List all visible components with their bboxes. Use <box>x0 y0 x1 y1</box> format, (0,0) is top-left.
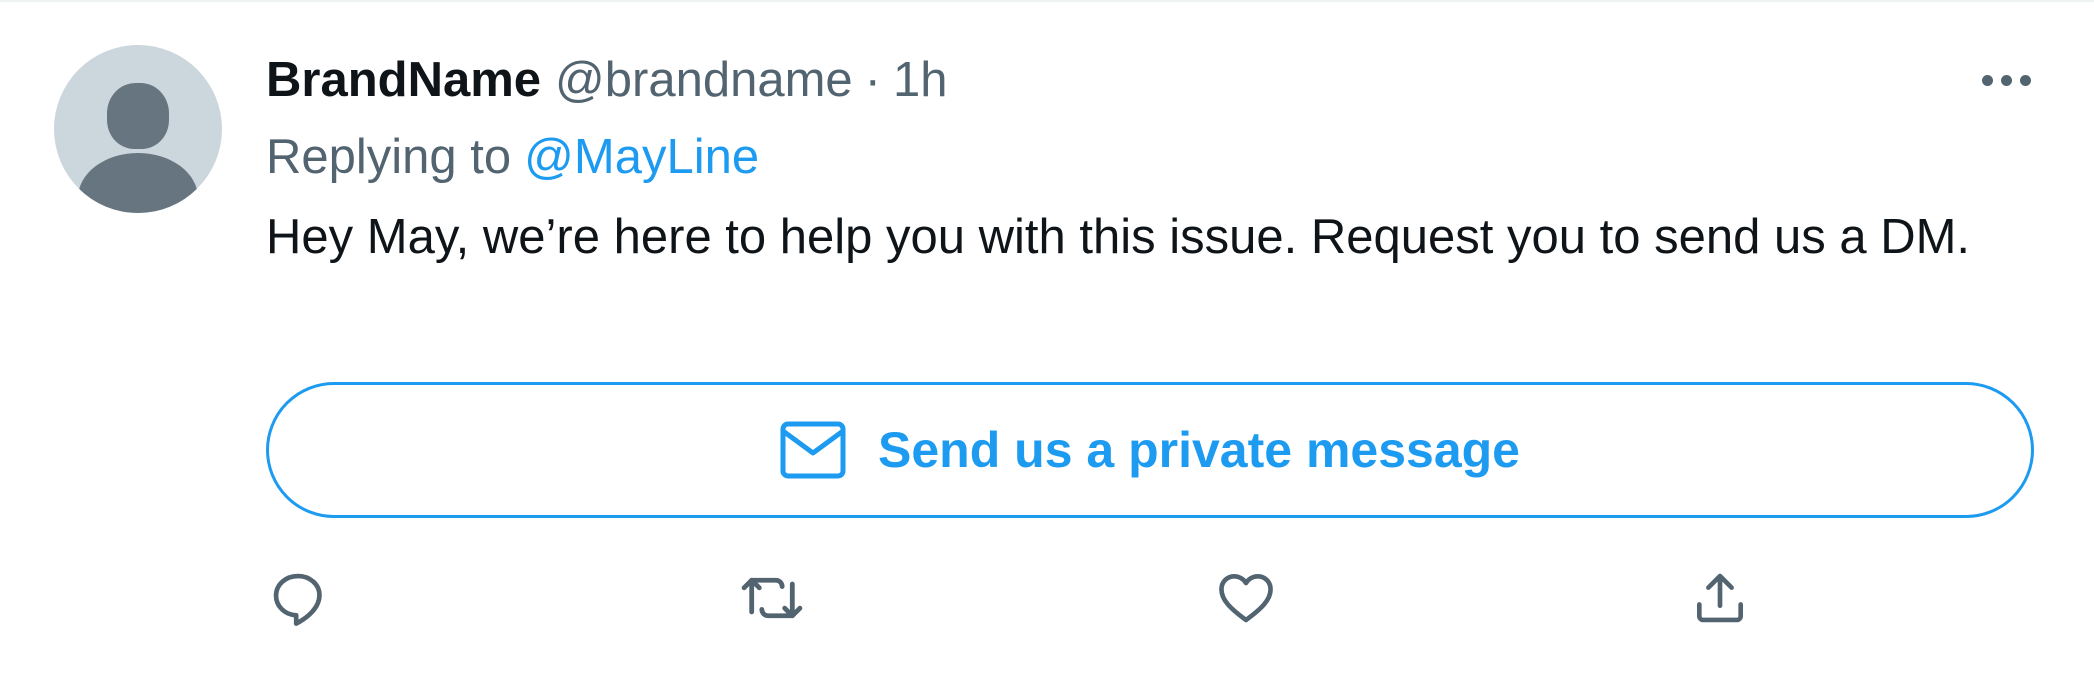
retweet-icon <box>739 567 805 634</box>
avatar[interactable] <box>54 45 222 213</box>
tweet-header: BrandName @brandname · 1h <box>266 40 2036 120</box>
tweet-timestamp[interactable]: 1h <box>893 52 948 108</box>
reply-button[interactable] <box>258 560 338 640</box>
share-button[interactable] <box>1680 560 1760 640</box>
avatar-shoulders-shape <box>78 153 198 213</box>
tweet: BrandName @brandname · 1h Replying to @M… <box>266 40 2036 272</box>
like-button[interactable] <box>1206 560 1286 640</box>
user-handle[interactable]: @brandname <box>555 52 853 108</box>
tweet-action-bar <box>0 560 2094 640</box>
tweet-text: Hey May, we’re here to help you with thi… <box>266 210 1971 264</box>
mail-icon <box>780 421 846 479</box>
header-separator: · <box>864 53 881 107</box>
more-dot <box>2000 74 2012 86</box>
display-name[interactable]: BrandName <box>266 52 541 108</box>
avatar-head-shape <box>107 83 169 149</box>
send-private-message-label: Send us a private message <box>878 422 1520 478</box>
reply-icon <box>267 567 329 634</box>
more-dot <box>1981 74 1993 86</box>
replying-to-line: Replying to @MayLine <box>266 120 2036 194</box>
replying-to-mention[interactable]: @MayLine <box>524 129 759 185</box>
replying-to-label: Replying to <box>266 130 512 184</box>
send-private-message-button[interactable]: Send us a private message <box>266 382 2034 518</box>
more-options-button[interactable] <box>1961 40 2051 120</box>
retweet-button[interactable] <box>732 560 812 640</box>
top-divider <box>0 0 2094 2</box>
share-icon <box>1689 567 1751 634</box>
heart-icon <box>1215 567 1277 634</box>
more-dot <box>2019 74 2031 86</box>
